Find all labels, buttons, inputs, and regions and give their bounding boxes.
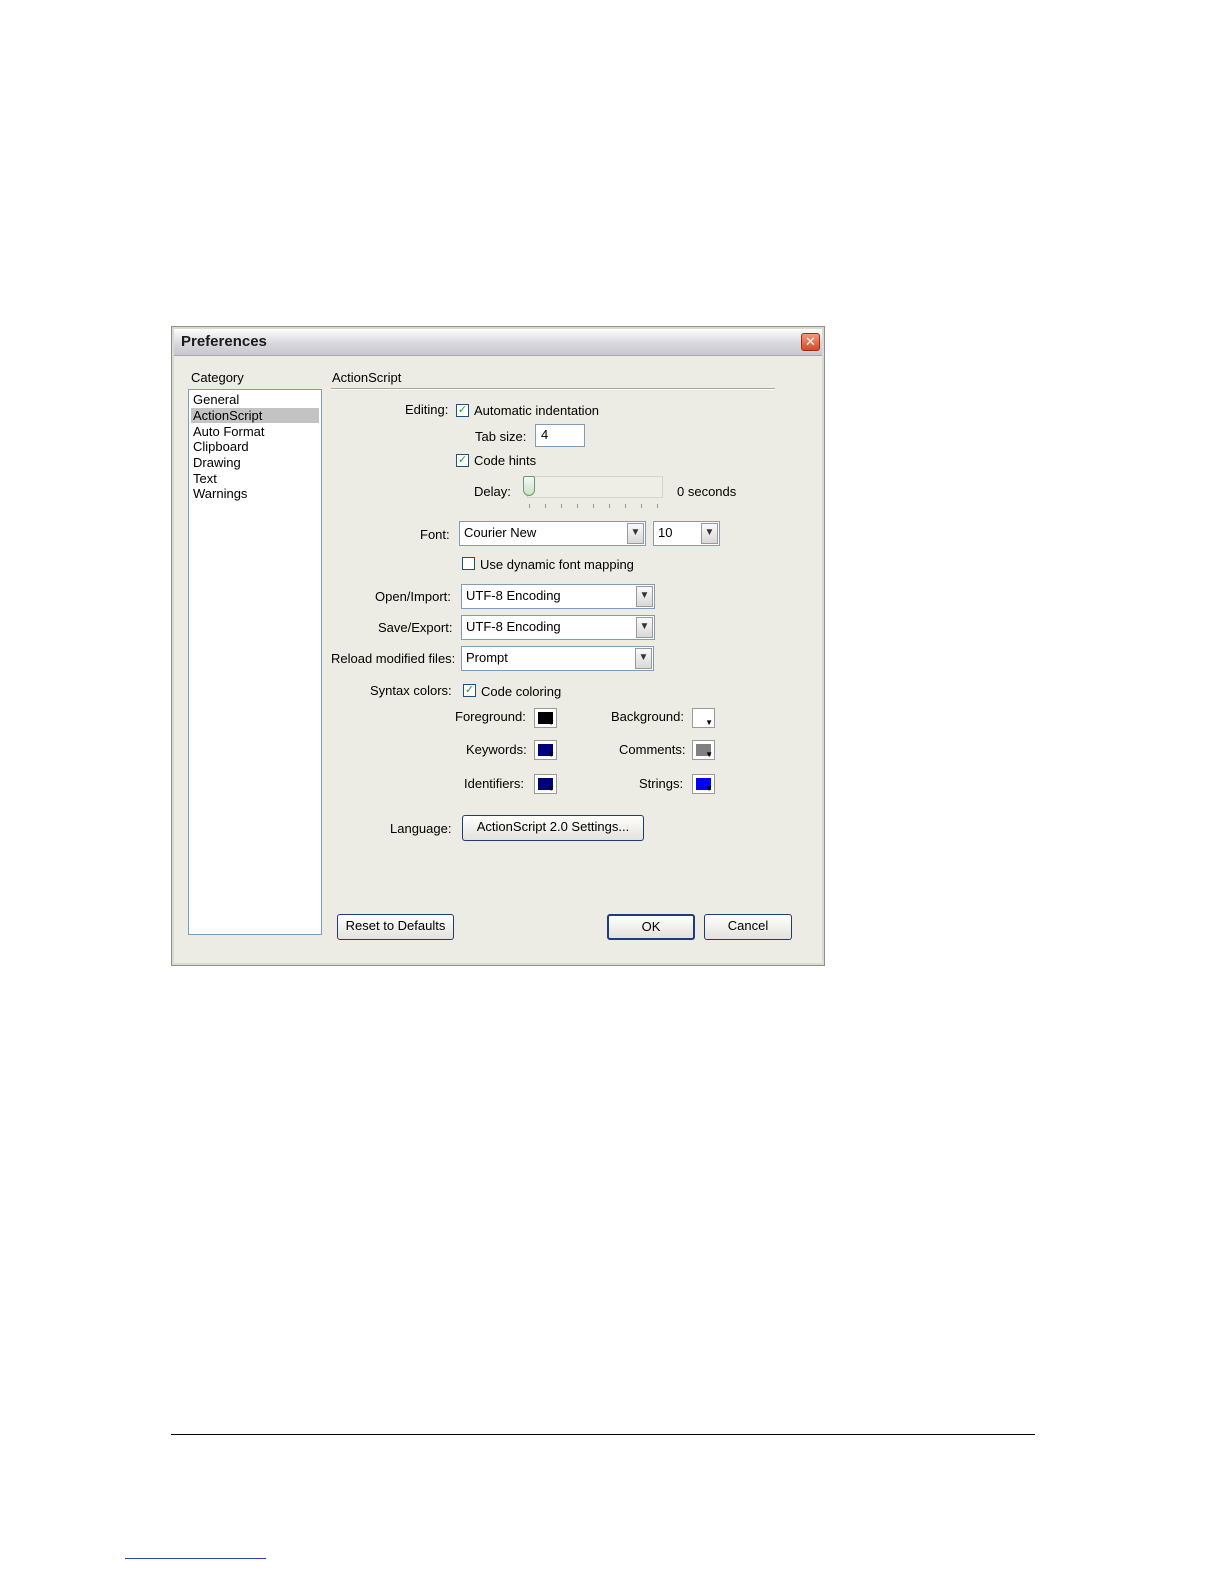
slider-tick bbox=[657, 504, 658, 508]
delay-label: Delay: bbox=[474, 484, 511, 499]
delay-slider-track[interactable] bbox=[527, 476, 663, 498]
chevron-down-icon: ▼ bbox=[705, 784, 713, 793]
dialog-title: Preferences bbox=[181, 333, 267, 350]
identifiers-color-swatch[interactable]: ▼ bbox=[534, 774, 557, 794]
strings-label: Strings: bbox=[639, 776, 684, 791]
slider-tick bbox=[609, 504, 610, 508]
chevron-down-icon: ▼ bbox=[705, 718, 713, 727]
slider-tick bbox=[561, 504, 562, 508]
strings-color-swatch[interactable]: ▼ bbox=[692, 774, 715, 794]
dynamic-font-mapping-label: Use dynamic font mapping bbox=[480, 557, 634, 572]
open-import-select[interactable]: UTF-8 Encoding ▼ bbox=[461, 584, 655, 609]
chevron-down-icon[interactable]: ▼ bbox=[636, 586, 653, 607]
tab-size-label: Tab size: bbox=[475, 429, 527, 444]
open-import-label: Open/Import: bbox=[375, 589, 451, 604]
preferences-dialog: Preferences ✕ Category General ActionScr… bbox=[171, 326, 825, 966]
reload-modified-label: Reload modified files: bbox=[331, 651, 456, 666]
font-label: Font: bbox=[420, 527, 450, 542]
auto-indent-label: Automatic indentation bbox=[474, 403, 600, 418]
category-item-text[interactable]: Text bbox=[191, 471, 319, 486]
slider-tick bbox=[593, 504, 594, 508]
category-item-actionscript[interactable]: ActionScript bbox=[191, 408, 319, 423]
save-export-label: Save/Export: bbox=[378, 620, 453, 635]
syntax-colors-label: Syntax colors: bbox=[370, 683, 452, 698]
ok-button[interactable]: OK bbox=[607, 914, 695, 940]
slider-tick bbox=[625, 504, 626, 508]
check-icon: ✓ bbox=[464, 684, 475, 696]
code-hints-checkbox[interactable]: ✓ bbox=[456, 454, 469, 467]
background-color-swatch[interactable]: ▼ bbox=[692, 708, 715, 728]
category-item-warnings[interactable]: Warnings bbox=[191, 486, 319, 501]
background-label: Background: bbox=[611, 709, 684, 724]
section-divider bbox=[331, 388, 775, 390]
open-import-value: UTF-8 Encoding bbox=[466, 588, 561, 603]
chevron-down-icon[interactable]: ▼ bbox=[627, 523, 644, 544]
chevron-down-icon: ▼ bbox=[547, 784, 555, 793]
category-item-auto-format[interactable]: Auto Format bbox=[191, 424, 319, 439]
check-icon: ✓ bbox=[457, 454, 468, 466]
slider-tick bbox=[641, 504, 642, 508]
font-size-select[interactable]: 10 ▼ bbox=[653, 521, 720, 546]
save-export-value: UTF-8 Encoding bbox=[466, 619, 561, 634]
chevron-down-icon: ▼ bbox=[705, 750, 713, 759]
chevron-down-icon: ▼ bbox=[547, 750, 555, 759]
save-export-select[interactable]: UTF-8 Encoding ▼ bbox=[461, 615, 655, 640]
keywords-label: Keywords: bbox=[466, 742, 527, 757]
reload-modified-value: Prompt bbox=[466, 650, 508, 665]
slider-tick bbox=[577, 504, 578, 508]
font-family-value: Courier New bbox=[464, 525, 537, 540]
reload-modified-select[interactable]: Prompt ▼ bbox=[461, 646, 654, 671]
chevron-down-icon: ▼ bbox=[547, 718, 555, 727]
cancel-button[interactable]: Cancel bbox=[704, 914, 792, 940]
code-hints-label: Code hints bbox=[474, 453, 537, 468]
foreground-label: Foreground: bbox=[455, 709, 526, 724]
page-rule bbox=[171, 1434, 1035, 1435]
font-family-select[interactable]: Courier New ▼ bbox=[459, 521, 646, 546]
delay-slider-thumb[interactable] bbox=[523, 476, 535, 496]
dynamic-font-mapping-checkbox[interactable] bbox=[462, 557, 475, 570]
category-item-drawing[interactable]: Drawing bbox=[191, 455, 319, 470]
code-coloring-label: Code coloring bbox=[481, 684, 562, 699]
tab-size-input[interactable]: 4 bbox=[535, 424, 585, 447]
editing-label: Editing: bbox=[405, 402, 449, 417]
category-list[interactable]: General ActionScript Auto Format Clipboa… bbox=[188, 389, 322, 935]
comments-color-swatch[interactable]: ▼ bbox=[692, 740, 715, 760]
reset-to-defaults-button[interactable]: Reset to Defaults bbox=[337, 914, 454, 940]
auto-indent-checkbox[interactable]: ✓ bbox=[456, 404, 469, 417]
category-label: Category bbox=[191, 370, 244, 385]
keywords-color-swatch[interactable]: ▼ bbox=[534, 740, 557, 760]
chevron-down-icon[interactable]: ▼ bbox=[636, 617, 653, 638]
foreground-color-swatch[interactable]: ▼ bbox=[534, 708, 557, 728]
section-title: ActionScript bbox=[332, 370, 402, 385]
identifiers-label: Identifiers: bbox=[464, 776, 524, 791]
chevron-down-icon[interactable]: ▼ bbox=[701, 523, 718, 544]
close-icon[interactable]: ✕ bbox=[801, 333, 820, 351]
language-label: Language: bbox=[390, 821, 452, 836]
slider-tick bbox=[545, 504, 546, 508]
slider-tick bbox=[529, 504, 530, 508]
font-size-value: 10 bbox=[658, 525, 673, 540]
chevron-down-icon[interactable]: ▼ bbox=[635, 648, 652, 669]
actionscript-settings-button[interactable]: ActionScript 2.0 Settings... bbox=[462, 815, 644, 841]
code-coloring-checkbox[interactable]: ✓ bbox=[463, 684, 476, 697]
title-bar[interactable]: Preferences ✕ bbox=[174, 329, 822, 356]
comments-label: Comments: bbox=[619, 742, 686, 757]
footnote-link-underline bbox=[125, 1558, 266, 1559]
category-item-general[interactable]: General bbox=[191, 392, 319, 407]
delay-value: 0 seconds bbox=[677, 484, 737, 499]
check-icon: ✓ bbox=[457, 404, 468, 416]
category-item-clipboard[interactable]: Clipboard bbox=[191, 439, 319, 454]
